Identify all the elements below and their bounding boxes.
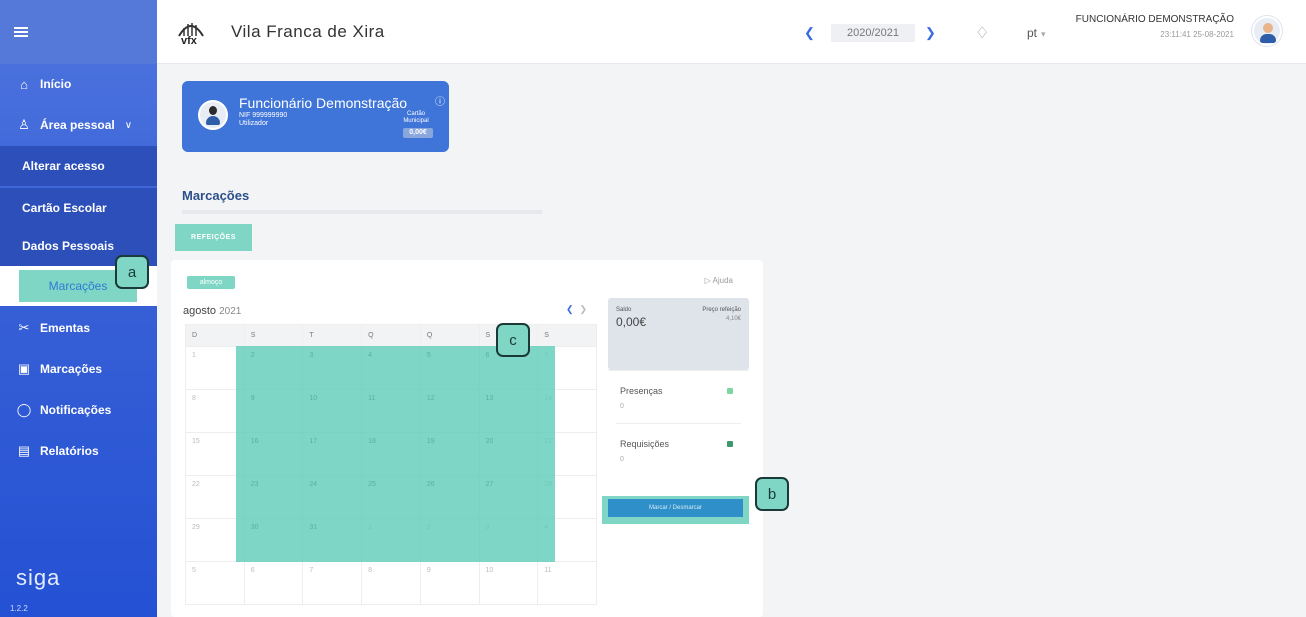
stats-divider — [616, 423, 741, 424]
calendar-nav: ❮ ❯ — [566, 304, 587, 315]
sidebar-item-alterar-acesso[interactable]: Alterar acesso — [0, 146, 157, 186]
help-link[interactable]: ▷ Ajuda — [705, 276, 733, 285]
sidebar-item-notificacoes[interactable]: ◯ Notificações — [0, 390, 157, 430]
saldo-card: Saldo Preço refeição 0,00€ 4,10€ — [608, 298, 749, 370]
weekday: S — [243, 324, 304, 347]
person-icon: ♙ — [18, 117, 30, 132]
sidebar-item-area-pessoal[interactable]: ♙ Área pessoal ∨ — [0, 105, 157, 145]
app-version: 1.2.2 — [10, 604, 28, 613]
calendar-panel: almoço ▷ Ajuda agosto 2021 ❮ ❯ D S T Q Q … — [171, 260, 763, 617]
meal-chip[interactable]: almoço — [187, 276, 235, 289]
info-icon[interactable]: ⓘ — [435, 93, 445, 108]
menu-icon[interactable] — [14, 27, 28, 37]
language-value: pt — [1027, 26, 1038, 40]
notification-bell-icon[interactable]: ♢ — [975, 23, 989, 43]
weekday: D — [185, 324, 245, 347]
saldo-value: 0,00€ — [616, 315, 647, 329]
stats-list: Presenças 0 Requisições 0 — [608, 370, 749, 478]
mark-unmark-button[interactable]: Marcar / Desmarcar — [608, 499, 743, 517]
saldo-label: Saldo — [616, 307, 632, 313]
chevron-down-icon: ∨ — [124, 119, 133, 131]
avatar[interactable] — [1252, 16, 1282, 46]
chevron-left-icon[interactable]: ❮ — [804, 25, 815, 41]
weekday-header: D S T Q Q S S — [185, 324, 597, 347]
presencas-indicator — [727, 388, 733, 394]
calendar-prev-icon[interactable]: ❮ — [566, 304, 574, 314]
caret-down-icon: ▾ — [1041, 29, 1046, 39]
calendar-day: 8 — [361, 561, 421, 605]
school-year-field[interactable]: 2020/2021 — [831, 24, 915, 42]
sidebar-item-relatorios[interactable]: ▤ Relatórios — [0, 431, 157, 471]
sidebar-item-inicio[interactable]: ⌂ Início — [0, 64, 157, 104]
weekday: T — [302, 324, 363, 347]
logo-text: vfx — [181, 35, 197, 47]
calendar-day: 9 — [419, 561, 480, 605]
mark-button-highlight: Marcar / Desmarcar — [602, 496, 749, 524]
home-icon: ⌂ — [20, 76, 28, 92]
cutlery-icon: ✂ — [18, 320, 30, 335]
cartao-label: Cartão Municipal — [403, 111, 429, 124]
presencas-value: 0 — [620, 403, 624, 410]
calendar-day: 7 — [302, 561, 363, 605]
weekday: S — [537, 324, 597, 347]
annotation-badge-c: c — [496, 323, 530, 357]
sidebar-item-label: Início — [40, 77, 72, 91]
preco-value: 4,10€ — [725, 316, 741, 322]
month-name: agosto — [183, 305, 217, 317]
calendar-next-icon[interactable]: ❯ — [580, 304, 588, 314]
month-year: 2021 — [219, 306, 242, 317]
user-nif: NIF 999999990 — [239, 112, 288, 119]
sidebar-item-label: Notificações — [40, 403, 112, 417]
presencas-label: Presenças — [620, 386, 663, 396]
user-card: Funcionário Demonstração ⓘ NIF 999999990… — [182, 81, 449, 152]
sidebar-item-ementas[interactable]: ✂ Ementas — [0, 308, 157, 348]
page-title: Vila Franca de Xira — [231, 22, 385, 41]
sidebar-item-label: Ementas — [40, 321, 91, 335]
cartao-saldo: 0,00€ — [403, 128, 433, 138]
section-divider — [182, 210, 542, 214]
weekday: Q — [361, 324, 421, 347]
calendar-icon: ▣ — [17, 361, 31, 376]
user-role: Utilizador — [239, 120, 269, 127]
chevron-right-icon[interactable]: ❯ — [925, 25, 936, 41]
annotation-badge-a: a — [115, 255, 149, 289]
calendar-week: 5 6 7 8 9 10 11 — [185, 561, 597, 605]
sidebar-item-cartao-escolar[interactable]: Cartão Escolar — [0, 188, 157, 228]
sidebar: ⌂ Início ♙ Área pessoal ∨ Alterar acesso… — [0, 0, 157, 617]
sidebar-item-label: Área pessoal — [40, 118, 115, 132]
requisicoes-value: 0 — [620, 456, 624, 463]
annotation-badge-b: b — [755, 477, 789, 511]
report-icon: ▤ — [17, 443, 31, 458]
section-title: Marcações — [182, 188, 250, 203]
requisicoes-label: Requisições — [620, 439, 670, 449]
siga-logo: siga — [16, 565, 61, 590]
user-timestamp: 23:11:41 25-08-2021 — [1160, 30, 1234, 39]
requisicoes-indicator — [727, 441, 733, 447]
calendar-day: 11 — [537, 561, 597, 605]
sidebar-header — [0, 0, 157, 64]
sidebar-item-label: Alterar acesso — [22, 159, 105, 173]
sidebar-item-label: Marcações — [40, 362, 103, 376]
language-select[interactable]: pt ▾ — [1027, 26, 1046, 40]
sidebar-item-label: Relatórios — [40, 444, 99, 458]
user-avatar-icon — [198, 100, 228, 130]
sidebar-item-label: Cartão Escolar — [22, 201, 107, 215]
calendar-day: 5 — [185, 561, 245, 605]
bell-icon: ◯ — [16, 402, 32, 417]
help-label: Ajuda — [712, 276, 733, 285]
main-content: Funcionário Demonstração ⓘ NIF 999999990… — [157, 64, 1306, 617]
sidebar-item-label: Dados Pessoais — [22, 239, 115, 253]
top-bar: vfx Vila Franca de Xira ❮ 2020/2021 ❯ ♢ … — [157, 0, 1306, 64]
user-name: FUNCIONÁRIO DEMONSTRAÇÃO — [1075, 14, 1234, 25]
weekday: Q — [419, 324, 480, 347]
sidebar-item-marcacoes[interactable]: ▣ Marcações — [0, 349, 157, 389]
play-icon: ▷ — [704, 276, 711, 285]
calendar-day: 10 — [478, 561, 539, 605]
selected-days-highlight — [236, 346, 555, 562]
user-card-name: Funcionário Demonstração — [239, 95, 408, 111]
calendar-month: agosto 2021 — [183, 305, 241, 317]
tab-refeicoes[interactable]: REFEIÇÕES — [175, 224, 252, 251]
calendar-day: 6 — [243, 561, 304, 605]
preco-label: Preço refeição — [702, 307, 741, 313]
